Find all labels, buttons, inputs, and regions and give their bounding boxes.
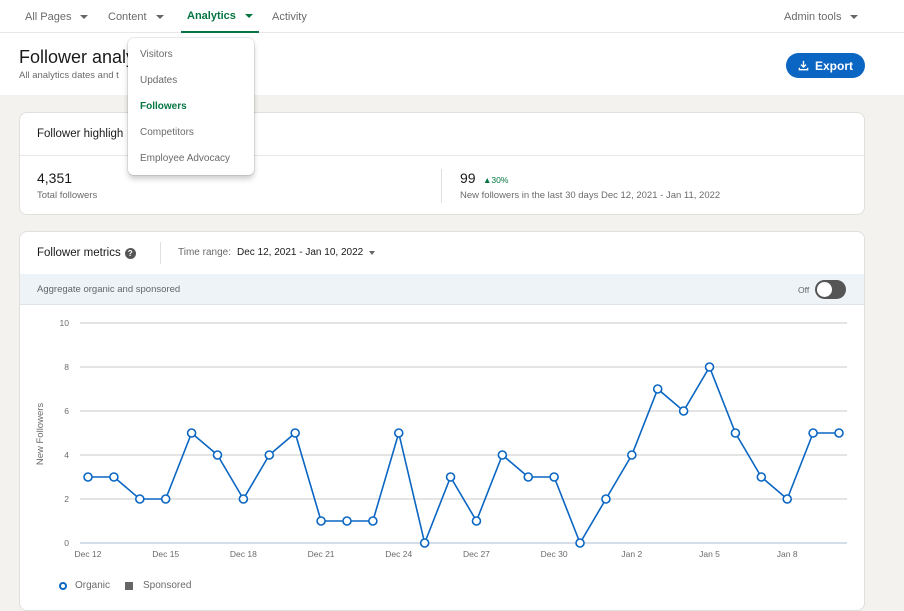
export-label: Export	[814, 58, 853, 73]
data-point[interactable]	[549, 472, 559, 482]
top-nav: All Pages Content Analytics Activity Adm…	[0, 0, 904, 33]
export-button[interactable]: Export	[786, 53, 865, 78]
x-axis-ticks: Dec 12 Dec 15 Dec 18 Dec 21 Dec 24 Dec 27 Dec …	[75, 549, 798, 559]
data-point[interactable]	[186, 428, 197, 438]
y-tick-label: 4	[64, 450, 69, 460]
data-point[interactable]	[523, 472, 534, 482]
x-tick-label: Dec 27	[463, 549, 490, 559]
change-percent: 30%	[491, 175, 509, 185]
data-point[interactable]	[704, 362, 715, 372]
y-axis-ticks: 0 2 4 6 8 10	[60, 318, 70, 548]
follower-metrics-card: Follower metrics? Time range: Dec 12, 20…	[19, 231, 865, 611]
total-followers-label: Total followers	[37, 190, 98, 201]
data-point[interactable]	[627, 450, 637, 460]
data-point[interactable]	[212, 450, 223, 460]
data-point[interactable]	[368, 516, 378, 526]
nav-admin-tools[interactable]: Admin tools	[784, 0, 859, 33]
x-tick-label: Dec 12	[75, 549, 102, 559]
menu-item-employee-advocacy[interactable]: Employee Advocacy	[140, 153, 230, 164]
chevron-down-icon	[850, 14, 859, 19]
y-tick-label: 6	[64, 406, 69, 416]
data-point[interactable]	[290, 428, 300, 438]
nav-activity[interactable]: Activity	[272, 0, 307, 33]
sponsored-legend-marker	[125, 581, 134, 590]
x-tick-label: Dec 18	[230, 549, 257, 559]
page-title: Follower analy	[19, 47, 136, 67]
follower-chart: 0246810 Dec 12 Dec 15 Dec 18 Dec 21 Dec 24 De…	[35, 318, 847, 559]
chevron-down-icon	[80, 14, 89, 19]
data-point[interactable]	[730, 428, 741, 438]
y-tick-label: 0	[64, 538, 69, 548]
x-tick-label: Jan 5	[699, 549, 720, 559]
nav-activity-label: Activity	[272, 10, 307, 23]
data-point[interactable]	[678, 406, 689, 416]
data-point[interactable]	[756, 472, 767, 482]
legend-sponsored[interactable]: Sponsored	[143, 580, 191, 591]
menu-item-visitors[interactable]: Visitors	[140, 49, 173, 60]
x-tick-label: Jan 8	[777, 549, 798, 559]
data-point[interactable]	[575, 538, 585, 548]
nav-analytics[interactable]: Analytics	[181, 0, 259, 33]
organic-legend-marker	[59, 581, 67, 590]
data-point[interactable]	[342, 516, 352, 526]
new-followers-label: New followers in the last 30 days Dec 12…	[460, 190, 721, 201]
x-tick-label: Dec 15	[152, 549, 179, 559]
nav-content[interactable]: Content	[108, 0, 164, 33]
total-followers-value: 4,351	[37, 170, 73, 186]
x-tick-label: Dec 30	[541, 549, 568, 559]
data-point[interactable]	[445, 472, 456, 482]
chart-legend: Organic Sponsored	[59, 580, 191, 591]
download-icon	[798, 60, 809, 71]
x-tick-label: Dec 21	[308, 549, 335, 559]
data-point[interactable]	[808, 428, 818, 438]
data-point[interactable]	[238, 494, 249, 504]
chevron-down-icon	[244, 13, 253, 18]
nav-all-pages[interactable]: All Pages	[25, 0, 89, 33]
menu-item-followers[interactable]: Followers	[140, 101, 187, 112]
data-point[interactable]	[782, 494, 793, 504]
nav-content-label: Content	[108, 10, 147, 23]
chevron-down-icon	[155, 14, 164, 19]
y-tick-label: 8	[64, 362, 69, 372]
menu-item-updates[interactable]: Updates	[140, 75, 177, 86]
divider	[441, 169, 442, 203]
data-point[interactable]	[109, 472, 119, 482]
data-point[interactable]	[83, 472, 93, 482]
data-point[interactable]	[393, 428, 404, 438]
data-point[interactable]	[419, 538, 430, 548]
page-subtitle: All analytics dates and t	[19, 70, 119, 81]
menu-item-competitors[interactable]: Competitors	[140, 127, 194, 138]
y-axis-label: New Followers	[35, 403, 46, 466]
data-point[interactable]	[652, 384, 663, 394]
y-tick-label: 10	[60, 318, 70, 328]
data-point[interactable]	[264, 450, 275, 460]
data-point[interactable]	[316, 516, 326, 526]
data-point[interactable]	[471, 516, 482, 526]
x-tick-label: Jan 2	[621, 549, 642, 559]
nav-all-pages-label: All Pages	[25, 10, 72, 23]
admin-tools-label: Admin tools	[784, 10, 842, 23]
analytics-dropdown-menu: Visitors Updates Followers Competitors E…	[128, 38, 254, 175]
data-point[interactable]	[834, 428, 844, 438]
legend-organic[interactable]: Organic	[75, 580, 110, 591]
data-point[interactable]	[160, 494, 171, 504]
y-tick-label: 2	[64, 494, 69, 504]
nav-analytics-label: Analytics	[187, 9, 236, 22]
data-point[interactable]	[497, 450, 508, 460]
data-point[interactable]	[134, 494, 145, 504]
new-followers-change: ▲30%	[483, 175, 508, 185]
new-followers-value: 99	[460, 170, 476, 186]
data-point[interactable]	[601, 494, 611, 504]
highlights-title: Follower highligh	[37, 128, 124, 140]
x-tick-label: Dec 24	[385, 549, 412, 559]
